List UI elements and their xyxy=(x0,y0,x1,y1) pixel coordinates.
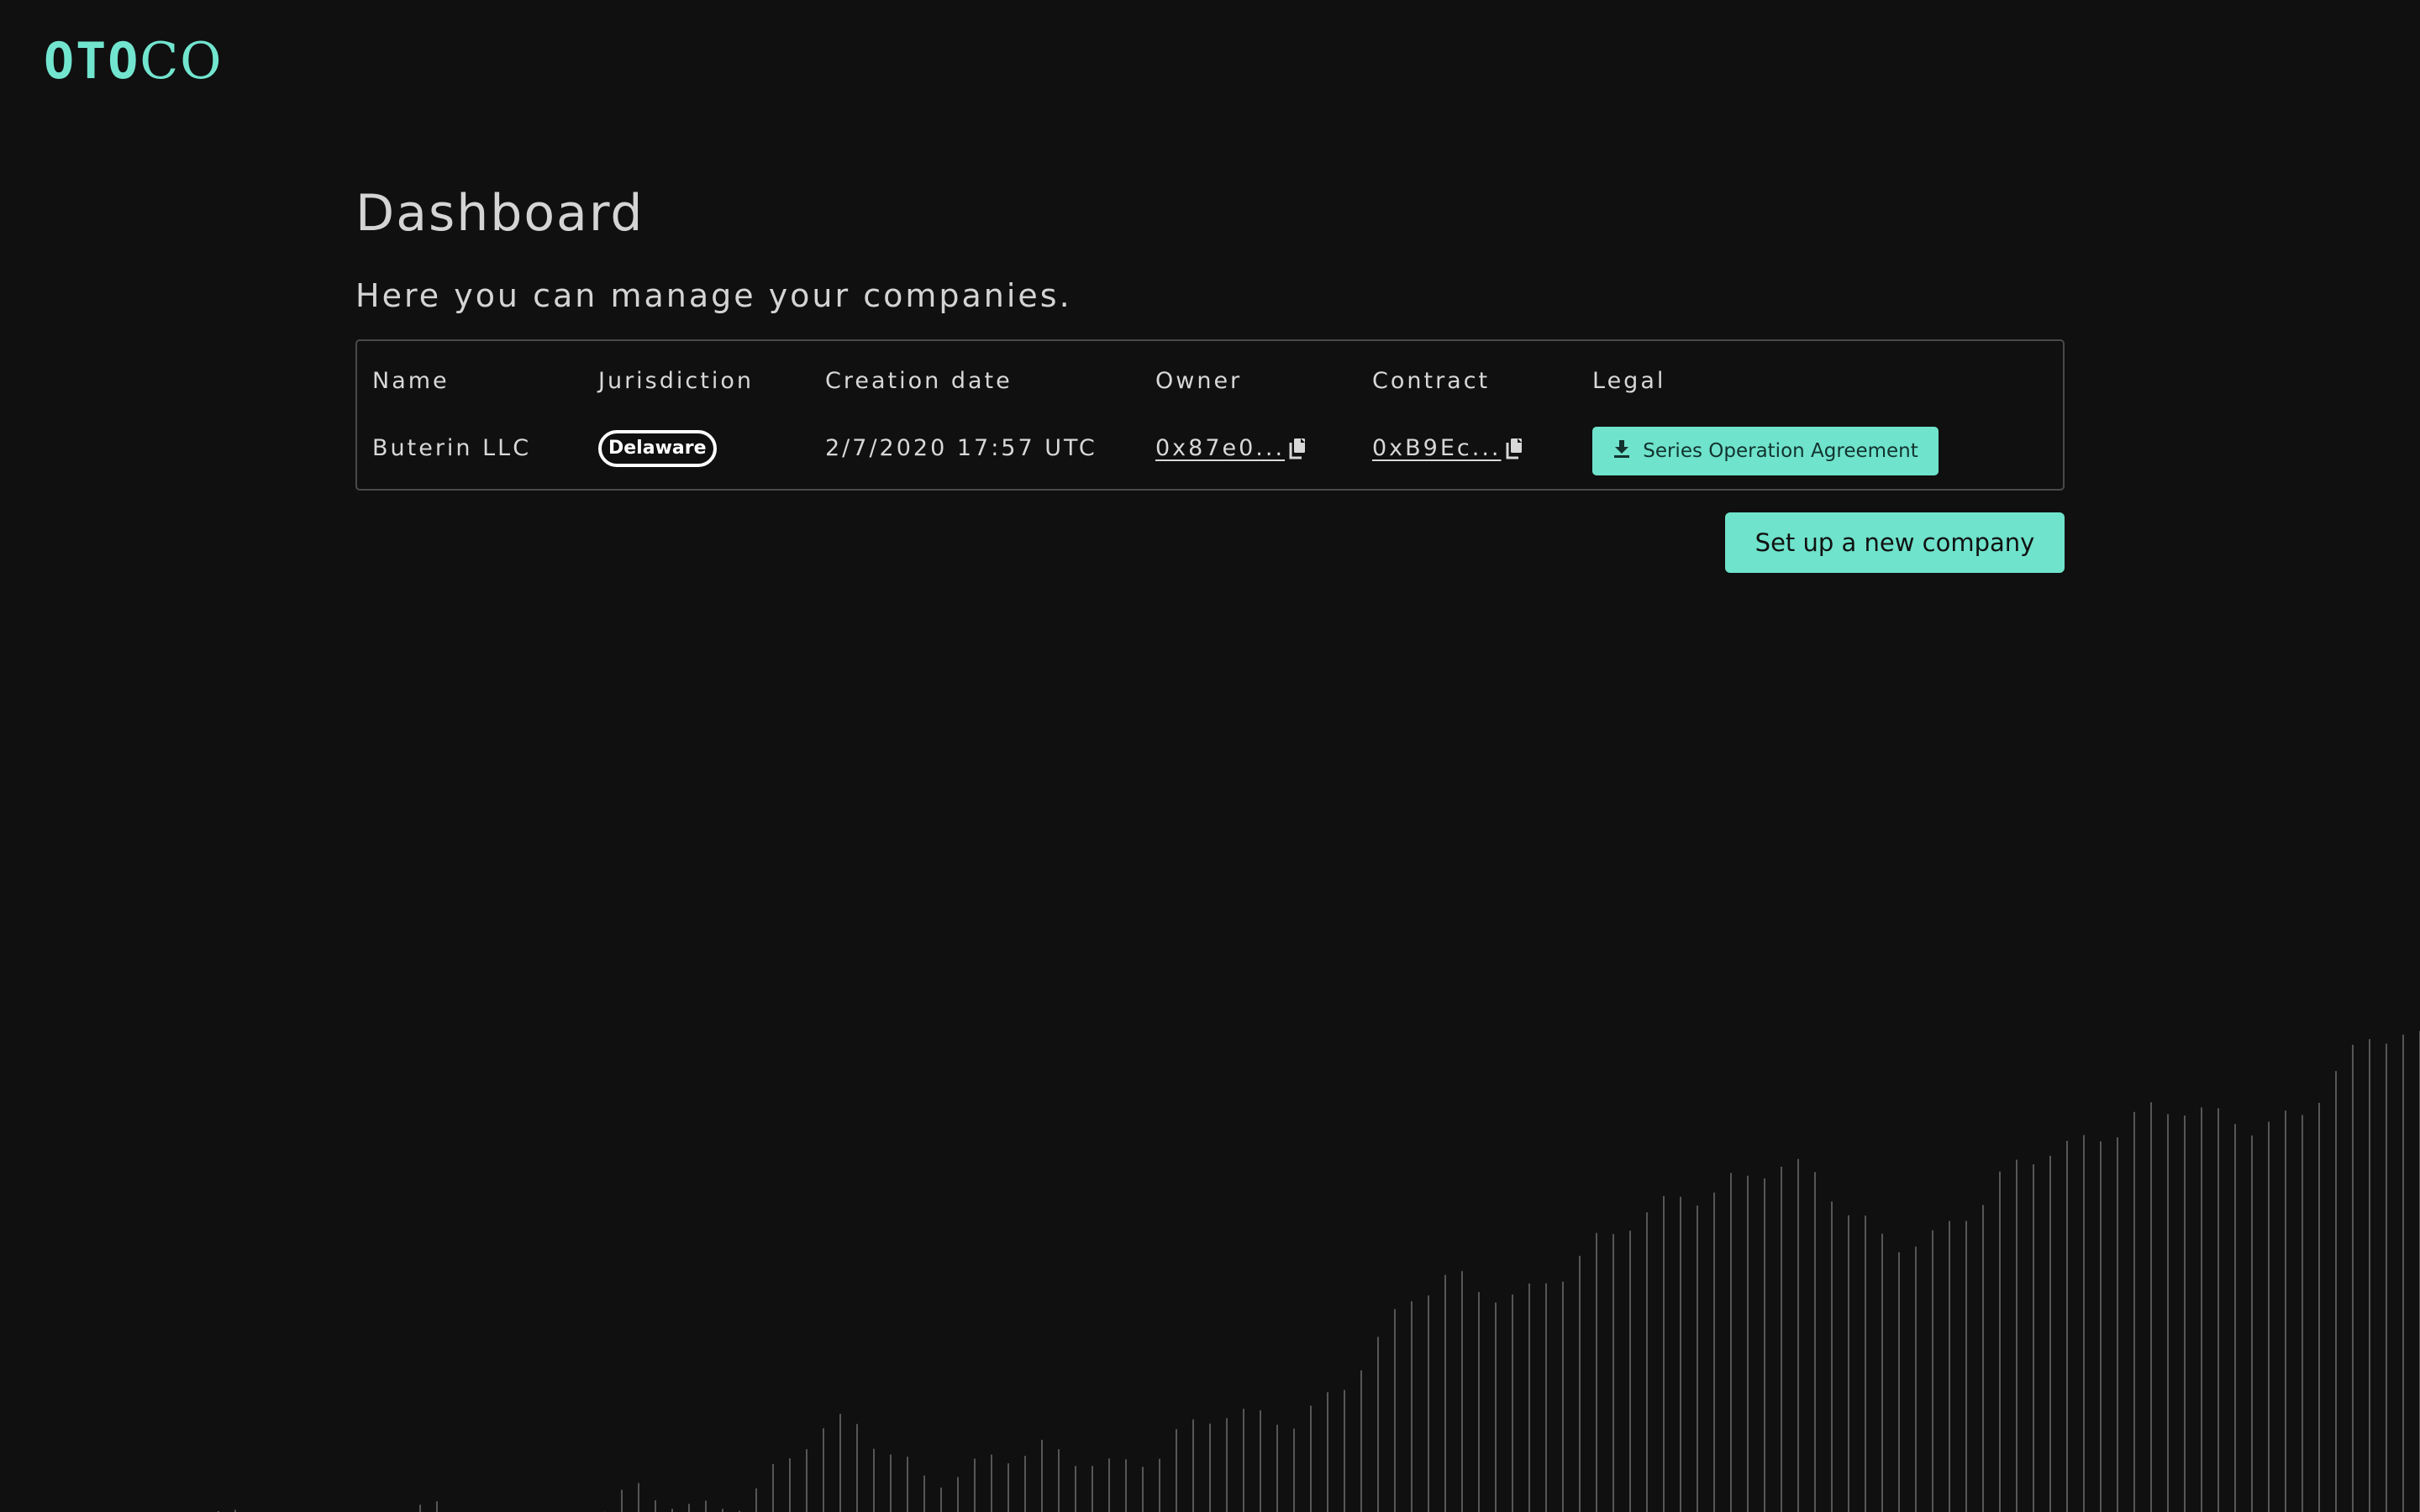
creation-date: 2/7/2020 17:57 UTC xyxy=(825,435,1097,461)
page-title: Dashboard xyxy=(355,184,644,243)
owner-cell: 0x87e0... xyxy=(1155,432,1307,465)
legal-button-label: Series Operation Agreement xyxy=(1643,440,1918,462)
otoco-logo[interactable]: OTO CO xyxy=(44,32,223,91)
copy-icon[interactable] xyxy=(1505,436,1523,459)
copy-icon[interactable] xyxy=(1288,436,1307,459)
column-header-creation-date: Creation date xyxy=(825,368,1013,394)
series-operation-agreement-button[interactable]: Series Operation Agreement xyxy=(1592,427,1939,475)
logo-text-left: OTO xyxy=(44,32,140,91)
column-header-legal: Legal xyxy=(1592,368,1666,394)
new-company-button[interactable]: Set up a new company xyxy=(1725,512,2065,573)
page-subtitle: Here you can manage your companies. xyxy=(355,277,1072,314)
companies-table: Name Jurisdiction Creation date Owner Co… xyxy=(355,339,2065,491)
logo-text-right: CO xyxy=(139,32,224,91)
column-header-contract: Contract xyxy=(1372,368,1491,394)
download-icon xyxy=(1612,438,1631,464)
company-name: Buterin LLC xyxy=(372,435,532,461)
dashboard-content: Dashboard Here you can manage your compa… xyxy=(355,176,2065,573)
column-header-jurisdiction: Jurisdiction xyxy=(598,368,754,394)
contract-cell: 0xB9Ec... xyxy=(1372,432,1523,465)
owner-address-link[interactable]: 0x87e0... xyxy=(1155,435,1285,461)
jurisdiction-cell: Delaware xyxy=(598,430,717,467)
jurisdiction-badge: Delaware xyxy=(598,430,717,467)
contract-address-link[interactable]: 0xB9Ec... xyxy=(1372,435,1502,461)
column-header-name: Name xyxy=(372,368,450,394)
column-header-owner: Owner xyxy=(1155,368,1243,394)
